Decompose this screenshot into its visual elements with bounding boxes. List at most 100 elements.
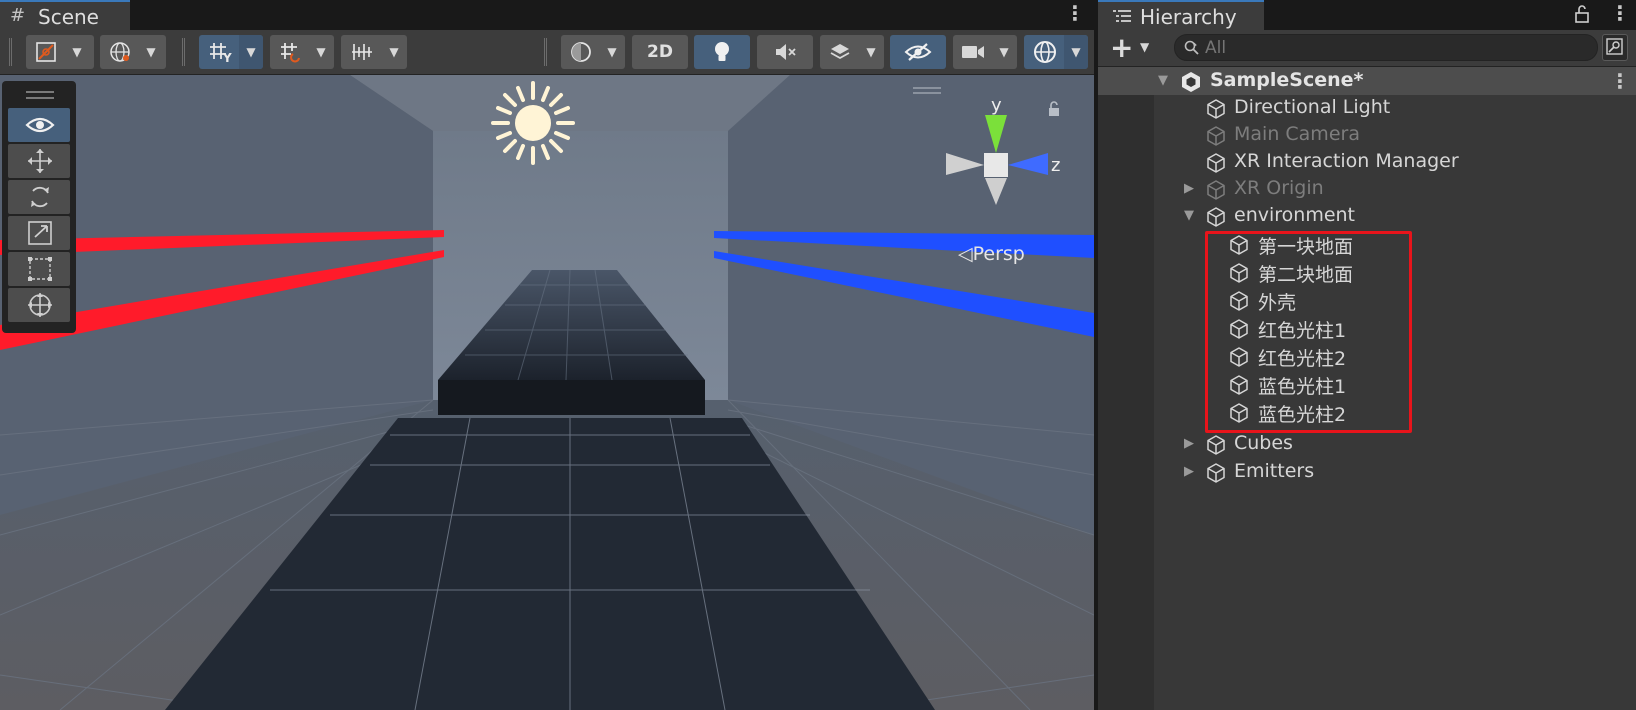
scene-viewport[interactable]: [0, 75, 1094, 710]
highlight-annotation-box: [1205, 231, 1412, 433]
item-label: XR Interaction Manager: [1234, 150, 1459, 172]
eye-icon: [25, 117, 55, 133]
scene-visibility-button[interactable]: [890, 35, 946, 69]
hierarchy-item-xr-origin[interactable]: ▶ XR Origin: [1098, 175, 1636, 203]
persp-toggle-label[interactable]: ◁Persp: [958, 243, 1025, 265]
gameobject-cube-icon: [1205, 462, 1227, 488]
chevron-down-icon: ▼: [239, 35, 263, 69]
view-tool-button[interactable]: [8, 108, 70, 142]
hierarchy-item-emitters[interactable]: ▶ Emitters: [1098, 458, 1636, 486]
overlay-drag-handle[interactable]: [26, 91, 54, 99]
expand-right-arrow-icon[interactable]: ▶: [1184, 458, 1194, 486]
draw-mode-icon: [32, 35, 60, 69]
gizmos-icon: [1028, 35, 1062, 69]
hash-grid-icon: #: [10, 5, 26, 26]
svg-text:Y: Y: [222, 51, 232, 64]
scene-tab-bar: [0, 0, 1094, 30]
lock-icon[interactable]: [1574, 4, 1590, 28]
grid-snap-button[interactable]: Y ▼: [199, 35, 263, 69]
expand-down-arrow-icon[interactable]: ▼: [1184, 202, 1194, 230]
scene-root-row[interactable]: ▼ SampleScene* ⋮: [1098, 67, 1636, 95]
chevron-down-icon: ▼: [607, 45, 617, 59]
hidden-eye-icon: [890, 35, 946, 69]
hierarchy-more-menu-icon[interactable]: ⋮: [1610, 3, 1630, 23]
gameobject-cube-icon: [1205, 206, 1227, 232]
ruler-icon: [345, 35, 379, 69]
expand-right-arrow-icon[interactable]: ▶: [1184, 175, 1194, 203]
effects-button[interactable]: ▼: [820, 35, 884, 69]
camera-icon: [957, 35, 989, 69]
grid-snap-icon: Y: [203, 35, 237, 69]
directional-light-sun-icon: [491, 81, 575, 165]
item-label: XR Origin: [1234, 177, 1324, 199]
chevron-down-icon: ▼: [72, 45, 82, 59]
lightbulb-icon: [694, 35, 750, 69]
render-mode-icon: [565, 35, 597, 69]
item-label: Main Camera: [1234, 123, 1360, 145]
gameobject-cube-icon: [1205, 434, 1227, 460]
search-input[interactable]: [1205, 37, 1545, 59]
snap-increment-button[interactable]: ▼: [270, 35, 334, 69]
scene-tab-label: Scene: [38, 5, 99, 29]
expand-right-arrow-icon[interactable]: ▶: [1184, 430, 1194, 458]
gizmo-z-label[interactable]: z: [1051, 155, 1060, 176]
audio-toggle-button[interactable]: [757, 35, 813, 69]
hierarchy-item-cubes[interactable]: ▶ Cubes: [1098, 430, 1636, 458]
tab-scene[interactable]: # Scene: [0, 0, 130, 30]
scene-row-menu-icon[interactable]: ⋮: [1610, 71, 1630, 91]
scene-toolbar: ▼ ▼ Y ▼ ▼ ▼ ▼ 2D ▼ ▼ ▼: [0, 30, 1094, 75]
chevron-down-icon: ▼: [146, 45, 156, 59]
effects-icon: [824, 35, 856, 69]
move-tool-button[interactable]: [8, 144, 70, 178]
toolbar-separator: [544, 38, 547, 66]
transform-icon: [28, 293, 52, 317]
search-by-type-button[interactable]: [1602, 34, 1628, 61]
plus-icon: +: [1110, 31, 1134, 64]
gizmos-button[interactable]: ▼: [1024, 35, 1088, 69]
expand-down-arrow-icon[interactable]: ▼: [1158, 67, 1168, 95]
hierarchy-item-main-camera[interactable]: Main Camera: [1098, 121, 1636, 149]
scale-icon: [28, 221, 52, 245]
lighting-toggle-button[interactable]: [694, 35, 750, 69]
item-label: Cubes: [1234, 432, 1293, 454]
hierarchy-item-environment[interactable]: ▼ environment: [1098, 202, 1636, 230]
toolbar-grip: [9, 38, 12, 66]
search-filter-icon: [1606, 38, 1623, 55]
chevron-down-icon: ▼: [389, 45, 399, 59]
create-button[interactable]: + ▼: [1110, 31, 1160, 64]
draw-mode-button[interactable]: ▼: [26, 35, 94, 69]
rect-transform-icon: [28, 257, 52, 281]
globe-icon: [106, 35, 134, 69]
increment-snap-button[interactable]: ▼: [341, 35, 407, 69]
scene-more-menu-icon[interactable]: ⋮: [1065, 3, 1085, 23]
chevron-down-icon: ▼: [1140, 40, 1150, 54]
hierarchy-item-xr-interaction-manager[interactable]: XR Interaction Manager: [1098, 148, 1636, 176]
item-label: environment: [1234, 204, 1356, 226]
render-mode-button[interactable]: ▼: [561, 35, 625, 69]
scene-render: [0, 75, 1094, 710]
chevron-down-icon: ▼: [1064, 35, 1088, 69]
global-local-button[interactable]: ▼: [100, 35, 166, 69]
chevron-down-icon: ▼: [999, 45, 1009, 59]
rotate-tool-button[interactable]: [8, 180, 70, 214]
transform-tool-button[interactable]: [8, 288, 70, 322]
scale-tool-button[interactable]: [8, 216, 70, 250]
search-field[interactable]: [1174, 34, 1598, 61]
camera-settings-button[interactable]: ▼: [953, 35, 1017, 69]
hierarchy-tab-label: Hierarchy: [1140, 5, 1237, 29]
chevron-down-icon: ▼: [316, 45, 326, 59]
list-icon: [1112, 8, 1132, 28]
tab-hierarchy[interactable]: Hierarchy: [1098, 0, 1264, 30]
audio-mute-icon: [757, 35, 813, 69]
item-label: Emitters: [1234, 460, 1315, 482]
search-icon: [1183, 39, 1201, 61]
gizmo-y-label[interactable]: y: [991, 95, 1002, 116]
scene-name: SampleScene*: [1210, 69, 1364, 91]
hierarchy-item-directional-light[interactable]: Directional Light: [1098, 94, 1636, 122]
move-arrows-icon: [28, 149, 52, 173]
item-label: Directional Light: [1234, 96, 1391, 118]
toolbar-separator: [182, 38, 185, 66]
2d-toggle-button[interactable]: 2D: [632, 35, 688, 69]
rect-tool-button[interactable]: [8, 252, 70, 286]
chevron-down-icon: ▼: [866, 45, 876, 59]
